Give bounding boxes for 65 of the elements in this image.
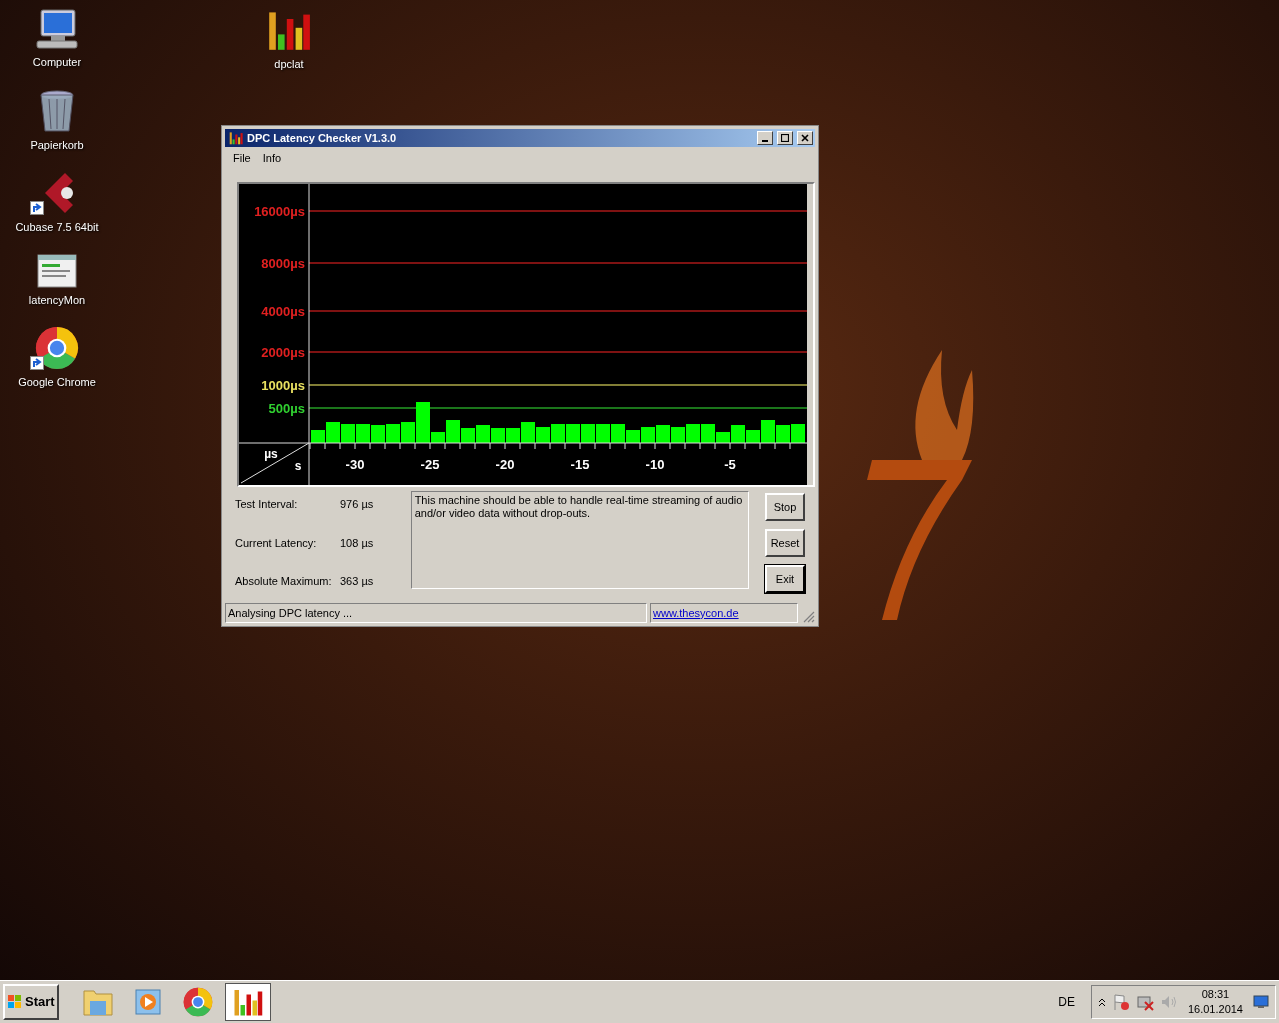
- clock-time[interactable]: 08:31: [1201, 987, 1230, 1002]
- desktop-icon[interactable]: dpclat: [244, 8, 334, 73]
- reading-label: Absolute Maximum:: [235, 574, 333, 589]
- dialog-button[interactable]: Exit: [765, 565, 805, 593]
- minimize-button[interactable]: [757, 131, 773, 145]
- desktop-icon-label: latencyMon: [28, 292, 86, 308]
- start-button[interactable]: Start: [3, 984, 59, 1020]
- reading-value: 976 µs: [340, 497, 374, 512]
- x-unit-label: s: [294, 459, 302, 473]
- network-error-icon[interactable]: [1135, 993, 1154, 1011]
- media-player-icon: [132, 987, 163, 1017]
- desktop-icon[interactable]: Cubase 7.5 64bit: [12, 171, 102, 236]
- y-axis-label: 4000µs: [261, 304, 305, 319]
- maximize-icon: [781, 134, 789, 142]
- show-desktop-icon[interactable]: [1253, 995, 1269, 1009]
- taskbar-app-button[interactable]: [224, 983, 271, 1021]
- reading-value: 108 µs: [340, 535, 374, 551]
- desktop-icon[interactable]: Papierkorb: [12, 88, 102, 153]
- chevron-up-icon[interactable]: [1097, 997, 1106, 1007]
- windows-logo-icon: [7, 994, 23, 1010]
- desktop-icon-label: Google Chrome: [18, 375, 96, 390]
- dialog-button[interactable]: Stop: [765, 493, 805, 521]
- trash-bin-icon: [37, 88, 77, 133]
- x-axis-label: -25: [420, 457, 440, 472]
- reading-value: 363 µs: [340, 574, 374, 589]
- clock-date[interactable]: 16.01.2014: [1187, 1002, 1243, 1017]
- y-unit-label: µs: [264, 447, 278, 461]
- menu-item[interactable]: File: [229, 149, 255, 167]
- y-axis-label: 8000µs: [261, 256, 305, 271]
- x-axis-label: -15: [570, 457, 590, 472]
- desktop-icon-label: Computer: [32, 55, 82, 70]
- folder-icon: [81, 987, 114, 1017]
- app-icon: [229, 131, 243, 145]
- browser-icon: [182, 987, 213, 1017]
- x-axis-label: -20: [495, 457, 515, 472]
- computer-icon: [35, 8, 79, 50]
- y-axis-label: 16000µs: [254, 204, 305, 219]
- message-box: This machine should be able to handle real-time streaming of audio and/or video data without drop-outs.: [410, 491, 749, 589]
- window-title: DPC Latency Checker V1.3.0: [247, 130, 398, 146]
- desktop-icon[interactable]: Computer: [12, 8, 102, 71]
- maximize-button[interactable]: [777, 131, 793, 145]
- y-axis-label: 2000µs: [261, 345, 305, 360]
- reading-label: Test Interval:: [235, 497, 299, 512]
- x-axis-label: -5: [724, 457, 736, 472]
- x-axis-label: -10: [645, 457, 665, 472]
- status-text: Analysing DPC latency ...: [225, 603, 647, 623]
- desktop-icon-label: Papierkorb: [30, 137, 84, 153]
- y-axis-label: 500µs: [268, 401, 305, 416]
- desktop-icon[interactable]: latencyMon: [12, 253, 102, 308]
- desktop-icon-label: dpclat: [274, 57, 304, 72]
- close-icon: [801, 134, 809, 142]
- x-axis-label: -30: [345, 457, 365, 472]
- y-axis-label: 1000µs: [261, 378, 305, 393]
- flag-error-icon[interactable]: [1111, 993, 1130, 1011]
- browser-icon: [35, 326, 79, 370]
- dialog-button[interactable]: Reset: [765, 529, 805, 557]
- resize-grip-icon: [801, 609, 815, 623]
- desktop-icon-label: Cubase 7.5 64bit: [15, 220, 99, 235]
- desktop-icon[interactable]: Google Chrome: [12, 326, 102, 391]
- language-indicator[interactable]: DE: [1058, 993, 1075, 1011]
- bar-chart-icon: [232, 987, 263, 1017]
- menu-item[interactable]: Info: [258, 149, 286, 167]
- reading-label: Current Latency:: [235, 535, 318, 551]
- close-button[interactable]: [797, 131, 813, 145]
- window-thumbnail-icon: [37, 253, 77, 288]
